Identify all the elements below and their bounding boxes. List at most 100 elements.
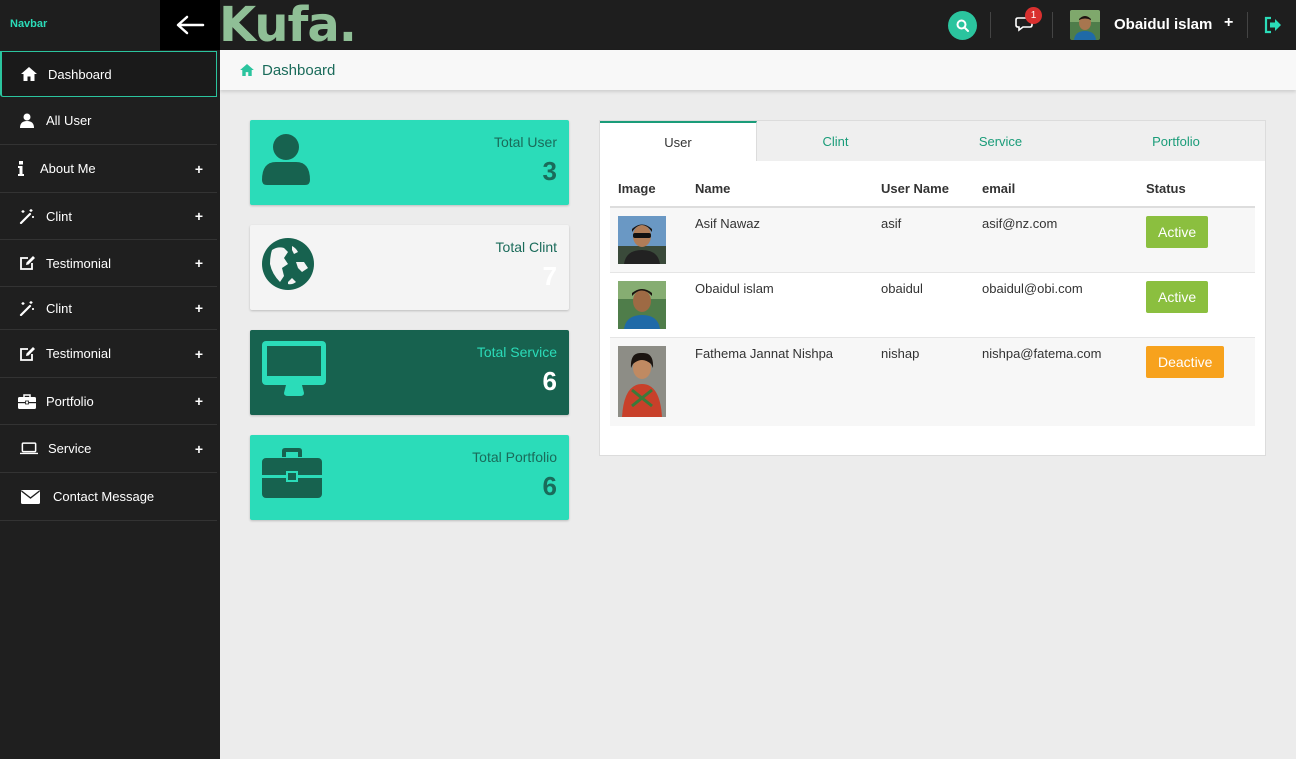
expand-plus-icon[interactable]: + [195,393,203,409]
tab-user[interactable]: User [600,121,757,161]
avatar-image [1070,10,1100,40]
edit-icon [18,346,36,362]
sidebar-item-label: Clint [46,208,73,224]
tab-clint[interactable]: Clint [757,121,914,161]
total-service-card[interactable]: Total Service 6 [250,330,569,415]
breadcrumb: Dashboard [220,50,1296,90]
column-header-name: Name [687,171,873,208]
card-label: Total Portfolio [472,449,557,465]
image-cell [610,337,687,426]
sidebar-item-dashboard[interactable]: Dashboard [0,51,217,97]
username-cell: asif [873,206,974,273]
sidebar-item-all-user[interactable]: All User [0,97,217,145]
briefcase-icon [18,393,36,409]
laptop-icon [20,441,38,457]
expand-plus-icon[interactable]: + [195,161,203,177]
status-cell: Deactive [1138,337,1255,426]
expand-plus-icon[interactable]: + [195,255,203,271]
sidebar-item-testimonial[interactable]: Testimonial + [0,330,217,378]
user-photo [618,346,666,417]
email-cell: nishpa@fatema.com [974,337,1138,426]
table-row: Obaidul islam obaidul obaidul@obi.com Ac… [610,272,1255,338]
user-avatar[interactable] [1070,10,1100,40]
user-name[interactable]: Obaidul islam [1114,16,1212,33]
info-icon [12,161,30,177]
column-header-username: User Name [873,171,974,208]
user-photo [618,281,666,329]
tab-service[interactable]: Service [914,121,1087,161]
sidebar-item-label: Testimonial [46,346,112,361]
card-value: 6 [542,366,557,396]
image-cell [610,206,687,273]
total-clint-card[interactable]: Total Clint 7 [250,225,569,310]
expand-plus-icon[interactable]: + [195,346,203,362]
expand-plus-icon[interactable]: + [195,441,203,457]
notification-badge: 1 [1025,7,1042,24]
sidebar-item-about-me[interactable]: About Me + [0,145,217,193]
user-photo [618,216,666,264]
email-cell: obaidul@obi.com [974,272,1138,338]
tab-portfolio[interactable]: Portfolio [1087,121,1265,161]
envelope-icon [20,489,41,505]
user-icon [18,113,36,129]
arrow-left-icon [176,15,205,35]
divider [990,12,991,38]
sidebar-item-clint[interactable]: Clint + [0,287,217,330]
status-active-button[interactable]: Active [1146,281,1209,313]
magic-wand-icon [18,208,36,224]
sidebar-item-label: Clint [46,300,73,316]
username-cell: nishap [873,337,974,426]
sidebar-item-label: All User [46,113,92,128]
username-cell: obaidul [873,272,974,338]
table-row: Asif Nawaz asif asif@nz.com Active [610,206,1255,273]
sidebar-item-service[interactable]: Service + [0,425,217,473]
sidebar-toggle-button[interactable] [160,0,220,50]
sidebar-item-portfolio[interactable]: Portfolio + [0,378,217,425]
tab-bar: User Clint Service Portfolio [600,121,1265,161]
status-cell: Active [1138,206,1255,273]
magic-wand-icon [18,300,36,316]
sidebar-item-testimonial[interactable]: Testimonial + [0,240,217,287]
status-cell: Active [1138,272,1255,338]
card-label: Total Service [476,344,557,360]
breadcrumb-label[interactable]: Dashboard [262,62,335,79]
total-user-card[interactable]: Total User 3 [250,120,569,205]
sidebar-item-label: Dashboard [48,66,112,82]
top-navbar: Navbar Kufa. 1 Obaidul islam + [0,0,1296,52]
user-menu-plus[interactable]: + [1224,14,1233,32]
kufa-logo[interactable]: Kufa. [219,0,357,52]
home-icon [240,64,254,76]
search-button[interactable] [948,11,977,40]
email-cell: asif@nz.com [974,206,1138,273]
sidebar-item-label: Testimonial [46,255,112,271]
card-value: 7 [542,261,557,291]
table-header-row: Image Name User Name email Status [610,171,1255,208]
status-deactive-button[interactable]: Deactive [1146,346,1225,378]
home-icon [20,66,38,82]
navbar-label: Navbar [10,18,48,30]
globe-icon [262,238,314,295]
divider [1247,12,1248,38]
total-portfolio-card[interactable]: Total Portfolio 6 [250,435,569,520]
sidebar-item-label: Service [48,441,92,456]
column-header-email: email [974,171,1138,208]
user-icon [262,133,310,190]
sidebar-item-label: About Me [40,161,96,176]
column-header-status: Status [1138,171,1255,208]
name-cell: Asif Nawaz [687,206,873,273]
edit-icon [18,255,36,271]
name-cell: Obaidul islam [687,272,873,338]
search-icon [956,19,969,32]
card-label: Total User [493,134,557,150]
status-active-button[interactable]: Active [1146,216,1209,248]
column-header-image: Image [610,171,687,208]
logout-button[interactable] [1263,15,1283,40]
users-panel: User Clint Service Portfolio Image Name … [599,120,1266,456]
image-cell [610,272,687,338]
sidebar-item-contact-message[interactable]: Contact Message [0,473,217,521]
users-table: Image Name User Name email Status Asif N… [610,171,1255,426]
sign-out-icon [1264,16,1281,34]
sidebar-item-clint[interactable]: Clint + [0,193,217,240]
expand-plus-icon[interactable]: + [195,300,203,316]
expand-plus-icon[interactable]: + [195,208,203,224]
